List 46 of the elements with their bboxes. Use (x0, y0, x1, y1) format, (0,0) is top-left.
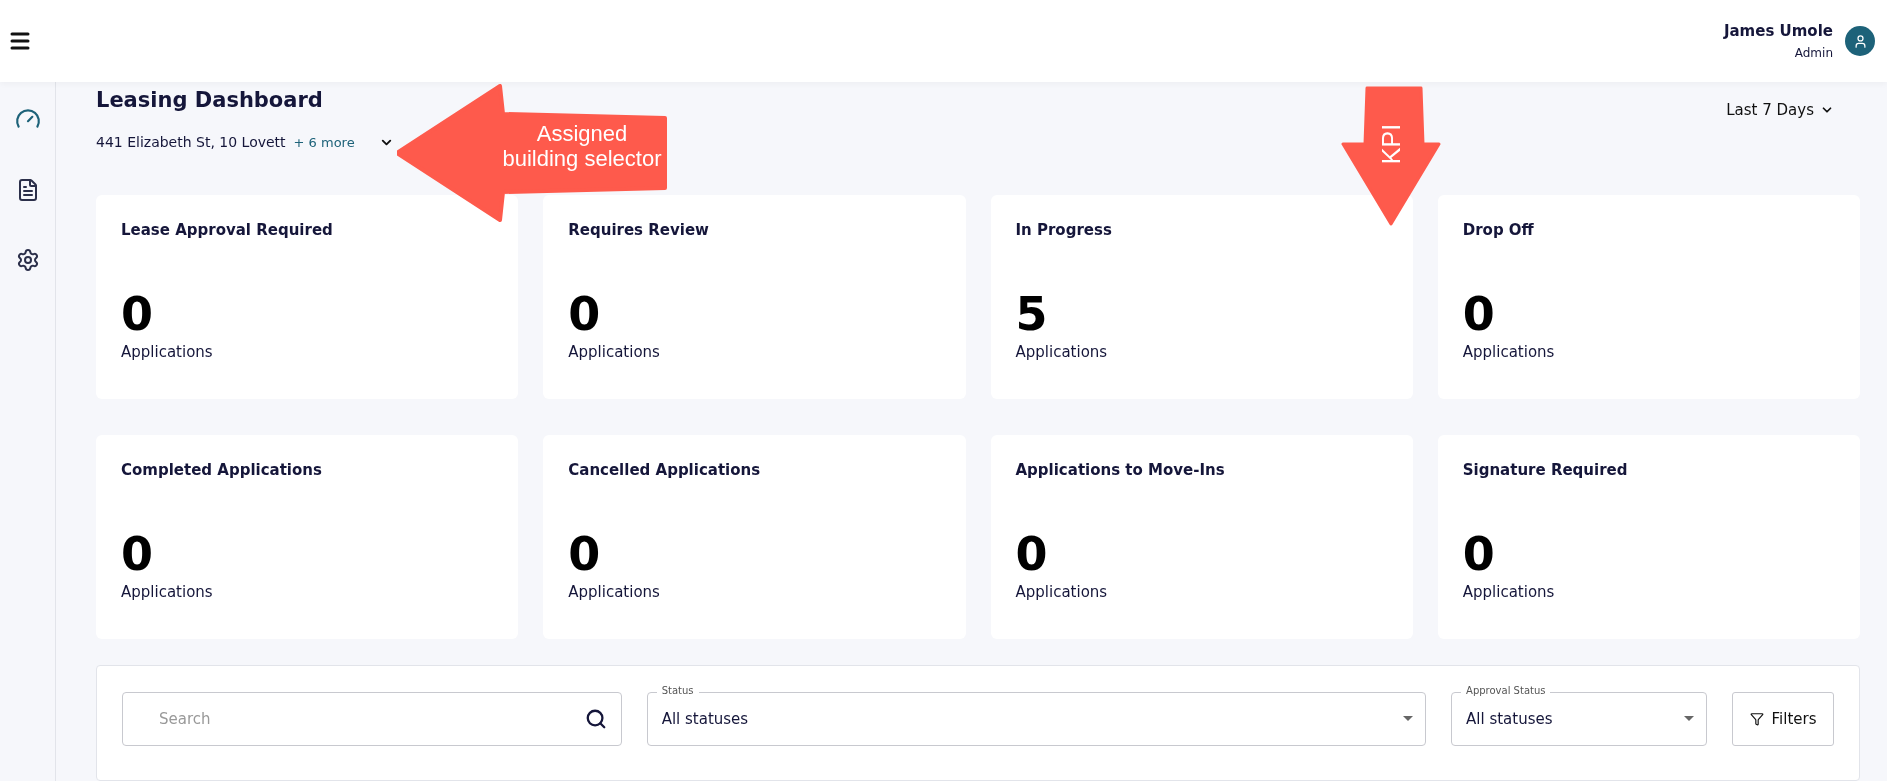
sidebar-item[interactable] (15, 248, 40, 272)
user-name: James Umole (1723, 22, 1833, 40)
select-label: Approval Status (1461, 685, 1551, 696)
kpi-unit: Applications (1015, 343, 1109, 361)
kpi-value: 0 (568, 291, 602, 337)
kpi-title: Drop Off (1462, 221, 1535, 239)
kpi-title: Requires Review (568, 221, 710, 239)
period-dropdown[interactable]: Last 7 Days (1720, 100, 1840, 120)
kpi-title: In Progress (1015, 221, 1113, 239)
filter-icon (1749, 712, 1764, 726)
kpi-title: Cancelled Applications (568, 461, 762, 479)
caret-icon (1684, 716, 1695, 722)
settings-icon (15, 248, 40, 272)
search-field[interactable]: Search (122, 692, 622, 746)
kpi-value: 0 (1462, 531, 1496, 577)
search-icon (584, 708, 607, 730)
select-value: All statuses (1466, 710, 1553, 728)
more-link[interactable]: + 6 more (293, 134, 355, 150)
select-value: All statuses (661, 710, 749, 728)
kpi-title: Lease Approval Required (121, 221, 334, 239)
kpi-value: 0 (568, 531, 602, 577)
select-label: Status (656, 685, 699, 696)
kpi-value: 0 (1015, 531, 1049, 577)
kpi-unit: Applications (568, 343, 661, 361)
kpi-unit: Applications (121, 343, 214, 361)
kpi-value: 5 (1015, 291, 1049, 337)
annotation-text: KPI (1375, 124, 1406, 164)
user-icon (1852, 33, 1868, 49)
avatar[interactable] (1845, 26, 1875, 56)
kpi-unit: Applications (568, 583, 661, 601)
kpi-value: 0 (121, 531, 154, 577)
kpi-unit: Applications (1015, 583, 1109, 601)
building-names: 441 Elizabeth St, 10 Lovett (96, 134, 286, 150)
user-role: Admin (1794, 46, 1833, 60)
filters-button[interactable]: Filters (1732, 692, 1834, 746)
kpi-title: Signature Required (1462, 461, 1629, 479)
kpi-value: 0 (121, 291, 154, 337)
page-title: Leasing Dashboard (96, 88, 324, 112)
kpi-unit: Applications (1462, 343, 1556, 361)
kpi-unit: Applications (121, 583, 214, 601)
kpi-title: Completed Applications (121, 461, 323, 479)
caret-icon (1403, 716, 1414, 722)
kpi-value: 0 (1462, 291, 1496, 337)
kpi-unit: Applications (1462, 583, 1556, 601)
annotation-text: Assigned building selector (501, 121, 663, 172)
kpi-title: Applications to Move-Ins (1015, 461, 1226, 479)
